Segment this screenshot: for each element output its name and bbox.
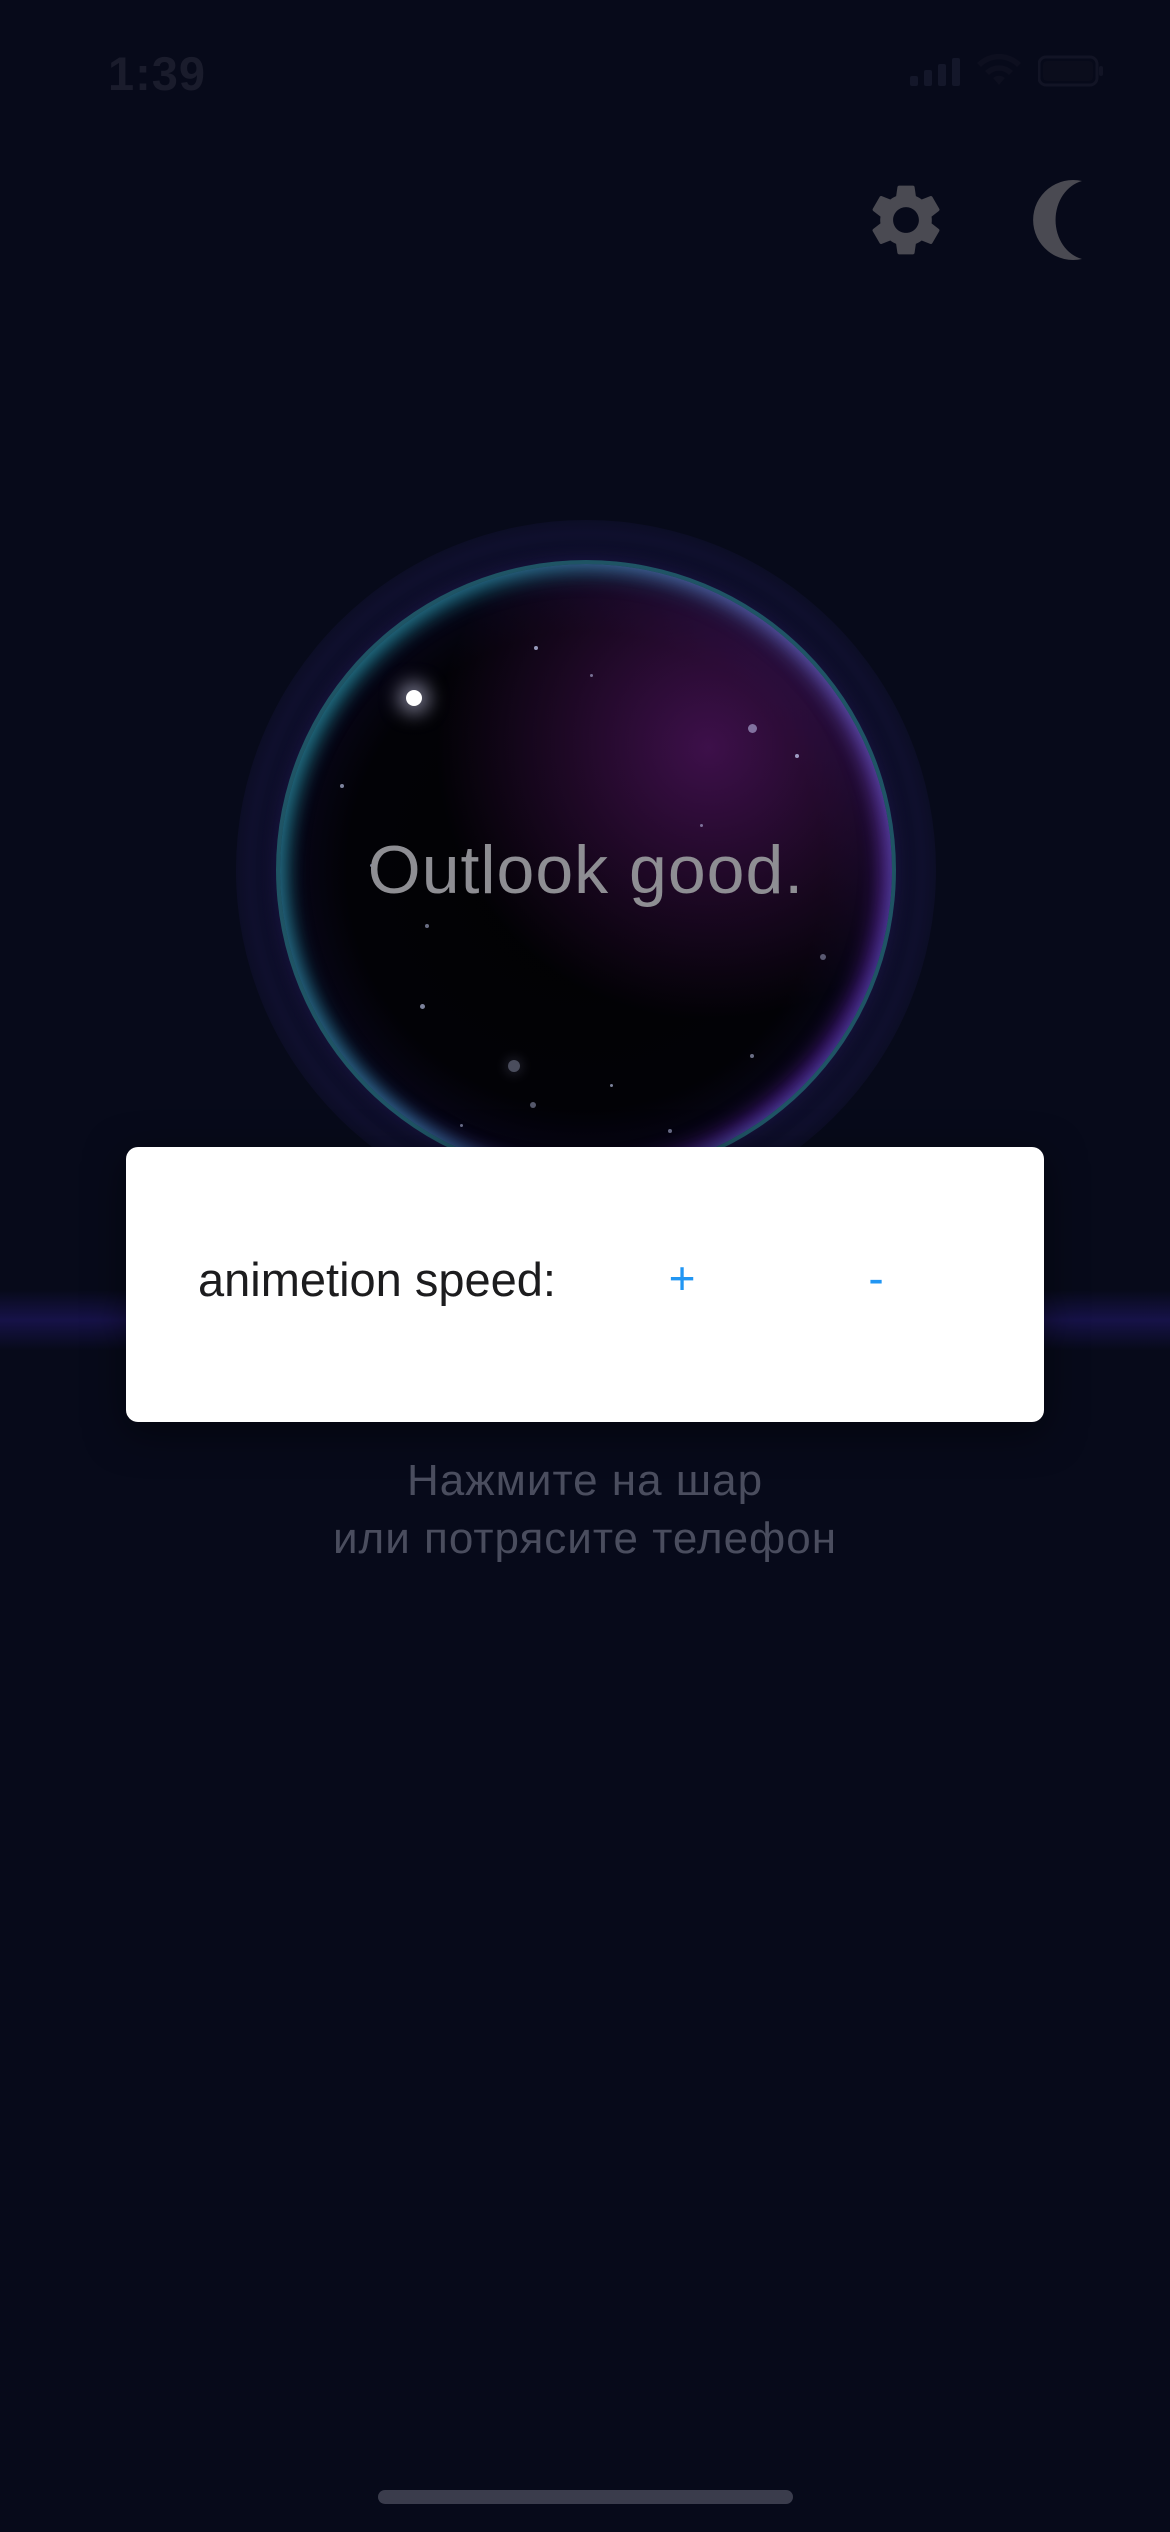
- settings-button[interactable]: [858, 172, 954, 268]
- status-time: 1:39: [108, 47, 207, 100]
- hint-line-2: или потрясите телефон: [332, 1514, 838, 1563]
- gear-icon: [872, 185, 940, 255]
- top-actions: [858, 172, 1110, 268]
- wifi-icon: [977, 54, 1021, 85]
- magic-ball[interactable]: Outlook good.: [236, 520, 936, 1220]
- status-icons: [910, 54, 1104, 88]
- status-bar: 1:39: [0, 0, 1170, 150]
- home-indicator[interactable]: [378, 2490, 793, 2504]
- orb-answer: Outlook good.: [367, 832, 805, 908]
- battery-icon: [1038, 55, 1103, 87]
- animation-speed-label: animetion speed:: [198, 1253, 556, 1306]
- cellular-signal-icon: [910, 56, 960, 86]
- theme-toggle-button[interactable]: [1014, 172, 1110, 268]
- shake-hint: Нажмите на шар или потрясите телефон: [0, 1452, 1170, 1568]
- animation-speed-dialog: animetion speed: + -: [126, 1147, 1044, 1422]
- magic-ball-screen: 1:39 Outlook good. animetion speed: + - …: [0, 0, 1170, 2532]
- hint-line-1: Нажмите на шар: [406, 1456, 764, 1505]
- speed-increase-button[interactable]: +: [642, 1243, 722, 1313]
- speed-decrease-button[interactable]: -: [836, 1243, 916, 1313]
- moon-icon: [1033, 180, 1082, 260]
